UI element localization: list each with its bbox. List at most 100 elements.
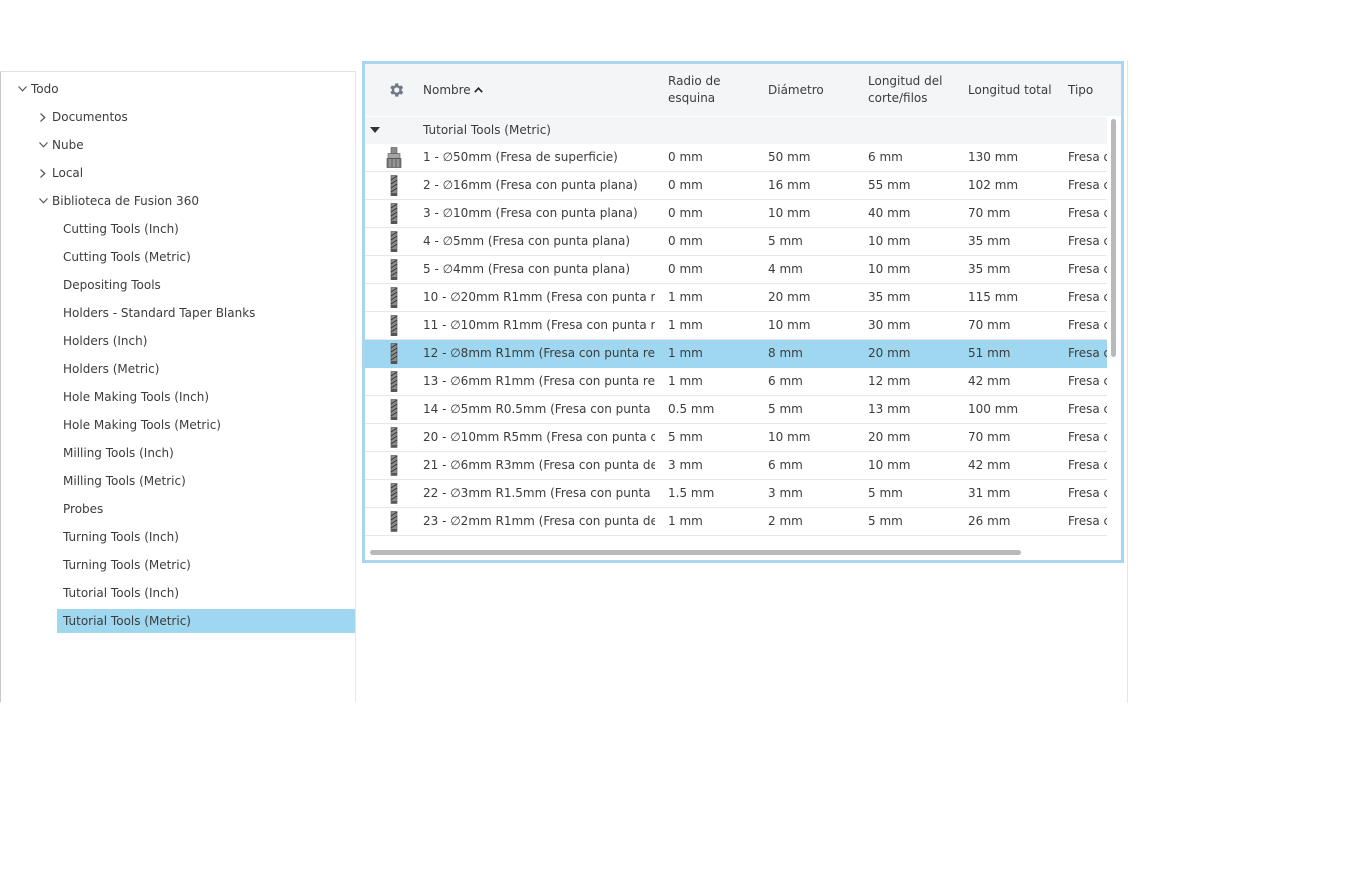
cell-radio: 3 mm <box>668 458 703 472</box>
column-label: Diámetro <box>768 82 824 97</box>
chevron-right-icon[interactable] <box>38 105 48 129</box>
tree-item[interactable]: Hole Making Tools (Metric) <box>57 413 355 437</box>
table-row[interactable]: 20 - ∅10mm R5mm (Fresa con punta d... 5 m… <box>365 424 1107 452</box>
column-header-tipo[interactable]: Tipo <box>1068 64 1108 116</box>
table-row[interactable]: 12 - ∅8mm R1mm (Fresa con punta red... 1 … <box>365 340 1107 368</box>
cell-longitud-total: 70 mm <box>968 206 1011 220</box>
tree-item-todo[interactable]: Todo <box>1 77 355 101</box>
cell-diametro: 5 mm <box>768 402 803 416</box>
table-row[interactable]: 11 - ∅10mm R1mm (Fresa con punta re... 1 … <box>365 312 1107 340</box>
cell-longitud-total: 130 mm <box>968 150 1019 164</box>
cell-diametro: 10 mm <box>768 430 811 444</box>
cell-nombre: 3 - ∅10mm (Fresa con punta plana) <box>423 206 638 220</box>
cell-nombre: 12 - ∅8mm R1mm (Fresa con punta red... <box>423 346 655 360</box>
group-row[interactable]: Tutorial Tools (Metric) <box>365 117 1107 144</box>
tree-item[interactable]: Probes <box>57 497 355 521</box>
cell-longitud-total: 51 mm <box>968 346 1011 360</box>
tree-item[interactable]: Cutting Tools (Metric) <box>57 245 355 269</box>
flat-end-mill-icon <box>385 175 403 197</box>
tree-item-label: Tutorial Tools (Metric) <box>63 614 191 628</box>
column-label: Radio de esquina <box>668 74 721 105</box>
cell-longitud-corte: 13 mm <box>868 402 911 416</box>
bull-nose-mill-icon <box>385 399 403 421</box>
table-row[interactable]: 13 - ∅6mm R1mm (Fresa con punta red... 1 … <box>365 368 1107 396</box>
chevron-down-icon[interactable] <box>38 189 48 213</box>
vertical-scrollbar[interactable] <box>1111 119 1116 357</box>
cell-nombre: 21 - ∅6mm R3mm (Fresa con punta de ... <box>423 458 655 472</box>
cell-radio: 5 mm <box>668 430 703 444</box>
settings-button[interactable] <box>384 64 408 116</box>
tree-item[interactable]: Cutting Tools (Inch) <box>57 217 355 241</box>
tree-item-label: Holders - Standard Taper Blanks <box>63 306 256 320</box>
cell-tipo: Fresa c <box>1068 178 1107 192</box>
table-header: Nombre Radio de esquina Diámetro Longitu… <box>365 64 1121 116</box>
table-row[interactable]: 5 - ∅4mm (Fresa con punta plana) 0 mm 4 mm… <box>365 256 1107 284</box>
tree-item-label: Milling Tools (Inch) <box>63 446 174 460</box>
column-header-diametro[interactable]: Diámetro <box>768 64 848 116</box>
chevron-down-icon[interactable] <box>17 77 27 101</box>
tree-item[interactable]: Tutorial Tools (Inch) <box>57 581 355 605</box>
cell-longitud-total: 35 mm <box>968 262 1011 276</box>
tree-item[interactable]: Holders (Metric) <box>57 357 355 381</box>
cell-tipo: Fresa c <box>1068 514 1107 528</box>
table-row[interactable]: 2 - ∅16mm (Fresa con punta plana) 0 mm 16 … <box>365 172 1107 200</box>
cell-longitud-corte: 12 mm <box>868 374 911 388</box>
tree-item[interactable]: Tutorial Tools (Metric) <box>57 609 355 633</box>
flat-end-mill-icon <box>385 231 403 253</box>
caret-down-icon[interactable] <box>370 127 380 134</box>
tree-item-label: Holders (Metric) <box>63 362 160 376</box>
tree-item[interactable]: Biblioteca de Fusion 360 <box>1 189 355 213</box>
tree-item[interactable]: Turning Tools (Inch) <box>57 525 355 549</box>
table-row[interactable]: 4 - ∅5mm (Fresa con punta plana) 0 mm 5 mm… <box>365 228 1107 256</box>
tree-item[interactable]: Hole Making Tools (Inch) <box>57 385 355 409</box>
cell-nombre: 22 - ∅3mm R1.5mm (Fresa con punta d... <box>423 486 655 500</box>
face-mill-icon <box>385 147 403 169</box>
column-label: Longitud del corte/filos <box>868 74 943 105</box>
tree-item-label: Nube <box>52 138 84 152</box>
tree-item[interactable]: Depositing Tools <box>57 273 355 297</box>
table-row[interactable]: 14 - ∅5mm R0.5mm (Fresa con punta r... 0.… <box>365 396 1107 424</box>
tree-item-label: Depositing Tools <box>63 278 161 292</box>
table-row[interactable]: 3 - ∅10mm (Fresa con punta plana) 0 mm 10 … <box>365 200 1107 228</box>
horizontal-scrollbar[interactable] <box>370 550 1021 555</box>
table-row[interactable]: 23 - ∅2mm R1mm (Fresa con punta de ... 1 … <box>365 508 1107 536</box>
table-row[interactable]: 22 - ∅3mm R1.5mm (Fresa con punta d... 1.… <box>365 480 1107 508</box>
cell-nombre: 14 - ∅5mm R0.5mm (Fresa con punta r... <box>423 402 655 416</box>
table-row[interactable]: 1 - ∅50mm (Fresa de superficie) 0 mm 50 mm… <box>365 144 1107 172</box>
tree-item[interactable]: Local <box>1 161 355 185</box>
table-row[interactable]: 10 - ∅20mm R1mm (Fresa con punta re... 1 … <box>365 284 1107 312</box>
cell-nombre: 4 - ∅5mm (Fresa con punta plana) <box>423 234 631 248</box>
cell-diametro: 10 mm <box>768 318 811 332</box>
column-header-nombre[interactable]: Nombre <box>423 64 653 116</box>
column-header-longitud-total[interactable]: Longitud total <box>968 64 1063 116</box>
cell-tipo: Fresa c <box>1068 346 1107 360</box>
column-header-longitud-corte[interactable]: Longitud del corte/filos <box>868 64 953 116</box>
tree-item[interactable]: Milling Tools (Metric) <box>57 469 355 493</box>
column-header-radio[interactable]: Radio de esquina <box>668 64 748 116</box>
cell-longitud-total: 42 mm <box>968 374 1011 388</box>
tree-item[interactable]: Documentos <box>1 105 355 129</box>
ball-end-mill-icon <box>385 455 403 477</box>
chevron-down-icon[interactable] <box>38 133 48 157</box>
cell-longitud-total: 31 mm <box>968 486 1011 500</box>
tool-table: Nombre Radio de esquina Diámetro Longitu… <box>362 61 1124 563</box>
tree-item[interactable]: Turning Tools (Metric) <box>57 553 355 577</box>
cell-nombre: 23 - ∅2mm R1mm (Fresa con punta de ... <box>423 514 655 528</box>
chevron-right-icon[interactable] <box>38 161 48 185</box>
table-row[interactable]: 21 - ∅6mm R3mm (Fresa con punta de ... 3 … <box>365 452 1107 480</box>
cell-radio: 0.5 mm <box>668 402 715 416</box>
cell-nombre: 10 - ∅20mm R1mm (Fresa con punta re... <box>423 290 655 304</box>
flat-end-mill-icon <box>385 259 403 281</box>
tree-item[interactable]: Holders - Standard Taper Blanks <box>57 301 355 325</box>
cell-radio: 1 mm <box>668 346 703 360</box>
tree-item[interactable]: Milling Tools (Inch) <box>57 441 355 465</box>
tree-item[interactable]: Holders (Inch) <box>57 329 355 353</box>
cell-radio: 0 mm <box>668 234 703 248</box>
tree-item-label: Biblioteca de Fusion 360 <box>52 194 199 208</box>
cell-radio: 1 mm <box>668 514 703 528</box>
cell-longitud-corte: 30 mm <box>868 318 911 332</box>
cell-diametro: 5 mm <box>768 234 803 248</box>
column-label: Tipo <box>1068 82 1094 97</box>
tree-item[interactable]: Nube <box>1 133 355 157</box>
cell-longitud-total: 70 mm <box>968 318 1011 332</box>
